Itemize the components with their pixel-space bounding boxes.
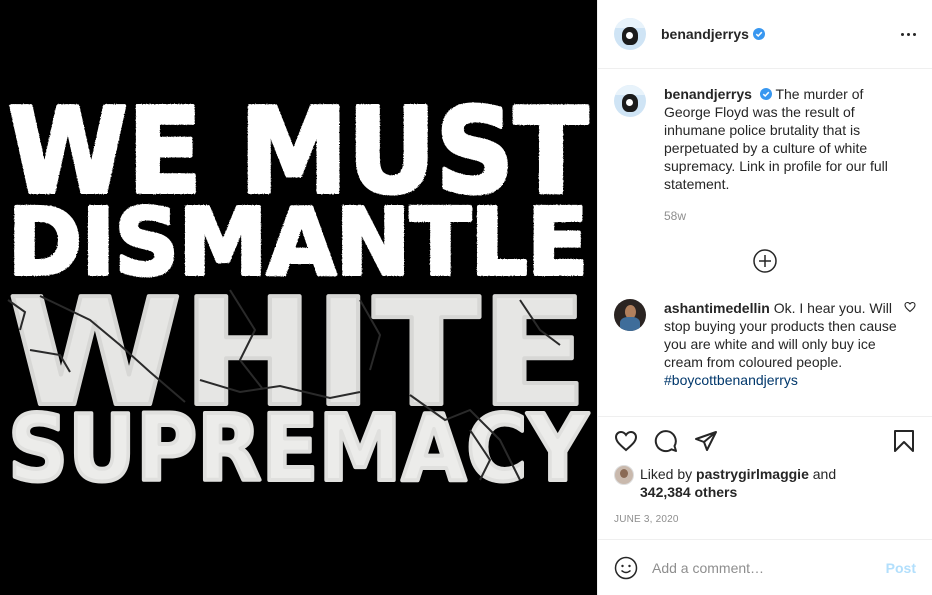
caption-body: benandjerrys The murder of George Floyd …: [664, 85, 904, 225]
likes-text: Liked by pastrygirlmaggie and 342,384 ot…: [640, 465, 836, 501]
load-more-comments: [614, 249, 916, 273]
post-image[interactable]: WE MUST DISMANTLE WHITE SUPREMACY: [0, 0, 597, 595]
liker-avatar[interactable]: [614, 465, 634, 485]
heart-icon[interactable]: [614, 429, 638, 453]
caption-avatar[interactable]: [614, 85, 646, 117]
comment-icon[interactable]: [654, 429, 678, 453]
post-image-graphic: WE MUST DISMANTLE WHITE SUPREMACY: [6, 80, 591, 504]
commenter-avatar[interactable]: [614, 299, 646, 331]
plus-circle-icon[interactable]: [753, 249, 777, 273]
header-username[interactable]: benandjerrys: [661, 26, 749, 42]
post-header: benandjerrys: [598, 0, 932, 69]
comment-body: ashantimedellin Ok. I hear you. Will sto…: [664, 299, 904, 389]
avatar[interactable]: [614, 18, 646, 50]
comment-item: ashantimedellin Ok. I hear you. Will sto…: [614, 299, 916, 389]
post-comment-button[interactable]: Post: [886, 560, 916, 576]
post-date[interactable]: JUNE 3, 2020: [614, 514, 916, 525]
likes-count[interactable]: 342,384 others: [640, 484, 737, 500]
emoji-icon[interactable]: [614, 556, 638, 580]
comment-username[interactable]: ashantimedellin: [664, 300, 770, 316]
caption-time[interactable]: 58w: [664, 207, 904, 225]
image-line-4: SUPREMACY: [8, 395, 589, 502]
comments-section: benandjerrys The murder of George Floyd …: [598, 69, 932, 416]
bookmark-icon[interactable]: [892, 429, 916, 453]
liker-username[interactable]: pastrygirlmaggie: [696, 466, 809, 482]
likes-summary: Liked by pastrygirlmaggie and 342,384 ot…: [614, 465, 916, 501]
verified-badge-icon: [752, 28, 765, 40]
likes-middle: and: [808, 466, 837, 482]
post-actions-area: Liked by pastrygirlmaggie and 342,384 ot…: [598, 416, 932, 539]
comment-hashtag[interactable]: #boycottbenandjerrys: [664, 372, 798, 388]
action-bar: [614, 417, 916, 465]
add-comment-bar: Post: [598, 539, 932, 595]
likes-prefix: Liked by: [640, 466, 697, 482]
caption: benandjerrys The murder of George Floyd …: [614, 85, 916, 225]
verified-badge-icon: [759, 88, 772, 100]
post-view: WE MUST DISMANTLE WHITE SUPREMACY benand…: [0, 0, 932, 595]
like-comment-heart-icon[interactable]: [904, 301, 916, 313]
comment-input[interactable]: [652, 559, 886, 576]
caption-username[interactable]: benandjerrys: [664, 86, 752, 102]
share-icon[interactable]: [694, 429, 718, 453]
more-options-icon[interactable]: [901, 25, 916, 44]
post-details-panel: benandjerrys benandjerrys The murder of …: [597, 0, 932, 595]
